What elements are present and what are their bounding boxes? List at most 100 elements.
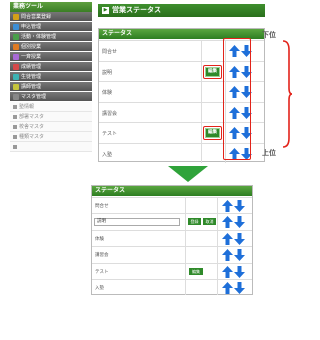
menu-icon (13, 73, 19, 80)
menu-icon (13, 13, 19, 20)
sidebar-item[interactable] (10, 142, 92, 152)
status-row: 編集 テスト (92, 262, 252, 279)
sidebar-item-label: 一斉授業 (21, 53, 42, 60)
sidebar-item[interactable]: 講師管理 (10, 82, 92, 92)
page-title-bar: ▶ 営業ステータス (98, 4, 265, 17)
edit-cell (201, 41, 223, 61)
sidebar-item[interactable]: 塾情報 (10, 102, 92, 112)
menu-icon (13, 93, 19, 100)
lower-label: 下位 (262, 31, 276, 39)
menu-icon (13, 43, 19, 50)
status-label: 説明 (102, 69, 113, 76)
sidebar-item[interactable]: 申込管理 (10, 22, 92, 32)
sidebar: 業務ツール 問合営業登録 申込管理活動・体験管理 個別授業一斉授業成績管理生徒管理講… (10, 2, 92, 152)
menu-icon (13, 33, 19, 40)
edit-button[interactable]: 編集 (189, 267, 203, 275)
status-label: 体験 (95, 236, 104, 242)
edit-cell: 登録 取消 (185, 214, 217, 230)
order-cell (217, 230, 252, 247)
bullet-icon (13, 104, 17, 109)
move-down-arrow-icon[interactable] (234, 200, 246, 212)
status-row: 登録 取消 説明 (92, 213, 252, 230)
sidebar-item-label: 申込管理 (21, 23, 42, 30)
sidebar-item[interactable]: 個別授業 (10, 42, 92, 52)
status-row: 問合せ (92, 197, 252, 214)
sidebar-item[interactable]: マスタ管理 (10, 92, 92, 102)
sidebar-item[interactable]: 一斉授業 (10, 52, 92, 62)
status-panel-editing: ステータス 問合せ 登録 取消 説明 体験 講習会 編集 テスト 入塾 (91, 185, 253, 296)
order-cell (217, 263, 252, 279)
move-up-arrow-icon[interactable] (222, 265, 234, 278)
sidebar-item-label: 校舎マスタ (19, 123, 45, 130)
cancel-button[interactable]: 取消 (203, 218, 216, 226)
menu-icon (13, 83, 19, 90)
sidebar-item[interactable]: 成績管理 (10, 62, 92, 72)
move-down-arrow-icon[interactable] (234, 232, 246, 245)
range-bracket (282, 40, 292, 148)
bullet-icon (13, 124, 17, 129)
menu-icon (13, 63, 19, 70)
order-cell (217, 214, 252, 230)
menu-icon (13, 23, 19, 30)
move-up-arrow-icon[interactable] (222, 200, 234, 212)
save-button[interactable]: 登録 (188, 218, 201, 226)
edit-cell (201, 102, 223, 122)
edit-cell (185, 198, 217, 214)
status-name-input[interactable]: 説明 (94, 218, 180, 227)
bullet-icon (13, 114, 17, 119)
edit-highlight (203, 126, 222, 140)
move-down-arrow-icon[interactable] (234, 216, 246, 229)
sidebar-item-label: 成績管理 (21, 63, 42, 70)
order-cell (217, 198, 252, 214)
edit-cell (201, 82, 223, 102)
status-label: 入塾 (102, 151, 113, 158)
sidebar-item-label: 講師管理 (21, 83, 42, 90)
arrows-highlight (223, 38, 251, 160)
play-arrow-icon: ▶ (102, 7, 109, 14)
sidebar-item[interactable]: 生徒管理 (10, 72, 92, 82)
status-panel-editing-title: ステータス (92, 186, 252, 196)
move-up-arrow-icon[interactable] (222, 282, 234, 294)
status-label: 講習会 (95, 253, 109, 259)
move-down-arrow-icon[interactable] (234, 265, 246, 278)
edit-cell (185, 280, 217, 296)
upper-label: 上位 (262, 149, 276, 157)
page-title: 営業ステータス (112, 6, 161, 14)
sidebar-item-label: 塾情報 (19, 103, 35, 110)
move-up-arrow-icon[interactable] (222, 232, 234, 245)
sidebar-item-label: 部署マスタ (19, 113, 45, 120)
status-label: 問合せ (102, 49, 118, 55)
status-label: テスト (95, 269, 109, 275)
edit-cell: 編集 (185, 263, 217, 279)
sidebar-item[interactable]: 問合営業登録 (10, 12, 92, 22)
sidebar-item[interactable]: 活動・体験管理 (10, 32, 92, 42)
sidebar-title: 業務ツール (10, 2, 92, 12)
status-row: 講習会 (92, 246, 252, 263)
move-down-arrow-icon[interactable] (234, 249, 246, 262)
menu-icon (13, 53, 19, 60)
move-up-arrow-icon[interactable] (222, 216, 234, 229)
status-label: テスト (102, 131, 118, 137)
sidebar-item[interactable]: 部署マスタ (10, 112, 92, 122)
status-label: 入塾 (95, 286, 104, 291)
status-label: 体験 (102, 90, 113, 96)
sidebar-item-label: 種類マスタ (19, 133, 45, 140)
sidebar-item-label: 生徒管理 (21, 73, 42, 80)
sidebar-item-label: 活動・体験管理 (21, 33, 57, 40)
bullet-icon (13, 144, 17, 149)
move-down-arrow-icon[interactable] (234, 282, 246, 294)
sidebar-item[interactable]: 校舎マスタ (10, 122, 92, 132)
edit-cell (201, 143, 223, 163)
status-label: 講習会 (102, 110, 118, 117)
edit-highlight (203, 64, 222, 79)
sidebar-item-label: マスタ管理 (21, 93, 47, 100)
edit-cell: 編集 (201, 123, 223, 143)
status-label: 問合せ (95, 204, 109, 209)
bullet-icon (13, 134, 17, 139)
move-up-arrow-icon[interactable] (222, 249, 234, 262)
order-cell (217, 247, 252, 263)
edit-cell: 編集 (201, 61, 223, 81)
sidebar-item[interactable]: 種類マスタ (10, 132, 92, 142)
order-cell (217, 280, 252, 296)
sidebar-item-label: 個別授業 (21, 43, 42, 50)
